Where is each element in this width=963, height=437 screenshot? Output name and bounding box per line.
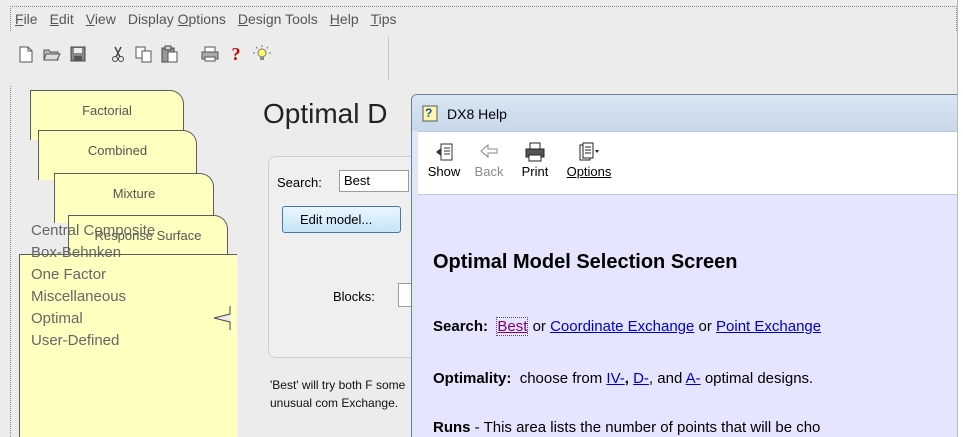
main-toolbar: ? — [10, 32, 957, 84]
open-folder-icon[interactable] — [42, 44, 62, 64]
help-search-label: Search: — [433, 318, 489, 335]
edit-model-button[interactable]: Edit model... — [282, 206, 401, 233]
link-point-exchange[interactable]: Point Exchange — [716, 318, 821, 335]
link-iv[interactable]: IV- — [606, 370, 624, 387]
paste-icon[interactable] — [160, 44, 180, 64]
print-button[interactable]: Print — [517, 142, 553, 179]
help-content: Optimal Model Selection Screen Search: B… — [418, 194, 957, 437]
new-document-icon[interactable] — [16, 44, 36, 64]
help-or-text: or — [532, 318, 546, 335]
help-runs-text: - This area lists the number of points t… — [474, 419, 821, 436]
help-runs-label: Runs — [433, 419, 471, 436]
help-optimal-designs-text: optimal designs. — [704, 370, 814, 387]
help-window: ? DX8 Help Show Back Print Options Optim… — [411, 94, 957, 437]
design-item-one-factor[interactable]: One Factor — [31, 264, 155, 286]
design-list: Central Composite Box-Behnken One Factor… — [31, 220, 155, 352]
print-label: Print — [521, 164, 549, 179]
tab-label: Factorial — [82, 103, 132, 118]
menu-edit[interactable]: Edit — [50, 11, 74, 27]
help-and-text: , and — [648, 370, 683, 387]
help-book-icon: ? — [422, 105, 438, 122]
search-select[interactable]: Best — [339, 170, 409, 192]
options-icon — [559, 142, 619, 164]
toolbar-divider — [388, 36, 389, 80]
menu-tips[interactable]: Tips — [371, 11, 397, 27]
blocks-input[interactable] — [398, 283, 412, 307]
printer-icon — [517, 142, 553, 164]
show-pane-icon — [426, 142, 462, 164]
selection-pointer-icon — [213, 306, 231, 330]
search-label: Search: — [277, 175, 322, 190]
design-item-optimal[interactable]: Optimal — [31, 308, 155, 330]
back-button[interactable]: Back — [471, 142, 507, 179]
menu-display-options[interactable]: Display Options — [128, 11, 226, 27]
save-icon[interactable] — [68, 44, 88, 64]
design-item-user-defined[interactable]: User-Defined — [31, 330, 155, 352]
options-label-text: Options — [566, 164, 612, 179]
link-best[interactable]: Best — [496, 317, 529, 336]
link-a[interactable]: A- — [686, 370, 701, 387]
options-button[interactable]: Options — [559, 142, 619, 179]
help-titlebar[interactable]: ? DX8 Help — [412, 95, 957, 131]
tab-label: Combined — [87, 143, 148, 158]
back-label: Back — [474, 164, 504, 179]
help-toolbar: Show Back Print Options — [418, 131, 957, 194]
back-arrow-icon — [471, 142, 507, 164]
help-optimality-line: Optimality: choose from IV-, D-, and A- … — [433, 370, 814, 387]
menu-file[interactable]: File — [15, 11, 38, 27]
menu-view[interactable]: View — [86, 11, 116, 27]
show-button[interactable]: Show — [426, 142, 462, 179]
tab-label: Mixture — [112, 186, 156, 201]
help-optimality-label: Optimality: — [433, 370, 512, 387]
help-or-text: or — [698, 318, 712, 335]
search-description: 'Best' will try both F some unusual com … — [270, 378, 406, 410]
design-item-miscellaneous[interactable]: Miscellaneous — [31, 286, 155, 308]
menu-help[interactable]: Help — [330, 11, 359, 27]
help-optimality-text: choose from — [519, 370, 603, 387]
design-expert-window: File Edit View Display Options Design To… — [0, 0, 958, 437]
design-item-box-behnken[interactable]: Box-Behnken — [31, 242, 155, 264]
link-coordinate-exchange[interactable]: Coordinate Exchange — [550, 318, 694, 335]
print-icon[interactable] — [200, 44, 220, 64]
link-d[interactable]: D- — [633, 370, 649, 387]
show-label: Show — [427, 164, 461, 179]
help-heading: Optimal Model Selection Screen — [433, 251, 738, 273]
svg-text:?: ? — [425, 106, 432, 120]
blocks-label: Blocks: — [333, 289, 375, 304]
cut-icon[interactable] — [108, 44, 128, 64]
help-runs-line: Runs - This area lists the number of poi… — [433, 419, 820, 436]
options-label: Options — [567, 164, 612, 179]
menu-bar: File Edit View Display Options Design To… — [10, 6, 957, 31]
help-question-icon[interactable]: ? — [226, 44, 246, 64]
copy-icon[interactable] — [134, 44, 154, 64]
page-title: Optimal D — [263, 98, 388, 129]
tips-lightbulb-icon[interactable] — [252, 44, 272, 64]
design-item-central-composite[interactable]: Central Composite — [31, 220, 155, 242]
menu-design-tools[interactable]: Design Tools — [238, 11, 318, 27]
help-search-line: Search: Best or Coordinate Exchange or P… — [433, 317, 821, 336]
help-window-title: DX8 Help — [447, 106, 507, 122]
